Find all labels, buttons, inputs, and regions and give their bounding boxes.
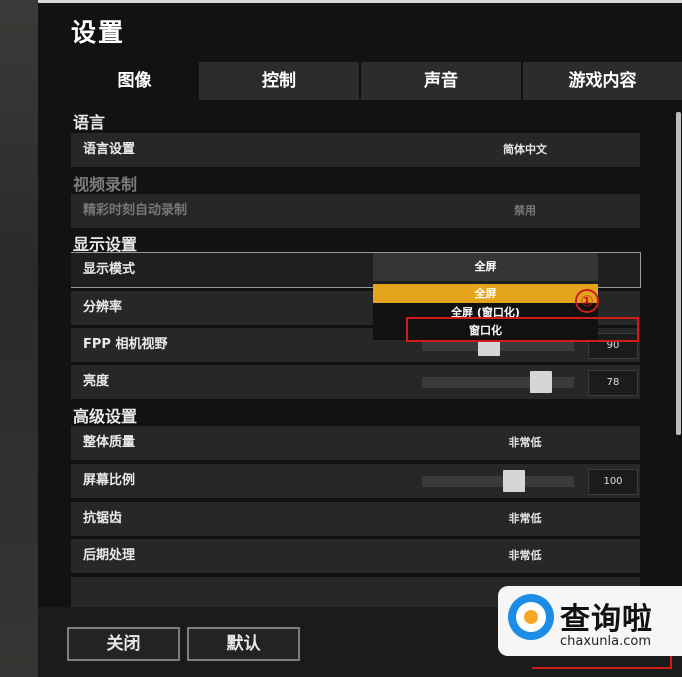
panel-scrollbar[interactable]	[676, 112, 681, 435]
settings-panel: 语言 语言设置 简体中文 视频录制 精彩时刻自动录制 禁用 显示设置 显示模式 …	[71, 100, 682, 607]
row-label: FPP 相机视野	[83, 337, 168, 352]
row-highlight-autorecord: 精彩时刻自动录制 禁用	[71, 194, 640, 228]
tab-graphics[interactable]: 图像	[71, 62, 198, 100]
row-label: 显示模式	[83, 262, 136, 277]
row-label: 分辨率	[83, 300, 123, 315]
scale-slider-thumb[interactable]	[503, 470, 525, 492]
row-anti-aliasing[interactable]: 抗锯齿 非常低	[71, 502, 640, 536]
row-overall-quality[interactable]: 整体质量 非常低	[71, 426, 640, 460]
anti-aliasing-value[interactable]: 非常低	[410, 502, 640, 536]
section-language-title: 语言	[73, 113, 106, 132]
row-label: 抗锯齿	[83, 511, 123, 526]
overall-quality-value[interactable]: 非常低	[410, 426, 640, 460]
watermark: 查询啦 chaxunla.com	[498, 586, 682, 656]
section-display-title: 显示设置	[73, 235, 138, 254]
brightness-slider-thumb[interactable]	[530, 371, 552, 393]
row-label: 后期处理	[83, 548, 136, 563]
watermark-url: chaxunla.com	[560, 634, 651, 649]
scale-value-input[interactable]: 100	[588, 469, 638, 495]
annotation-step-marker: ①	[575, 289, 599, 313]
brightness-value-input[interactable]: 78	[588, 370, 638, 396]
row-label: 整体质量	[83, 435, 136, 450]
default-button[interactable]: 默认	[187, 627, 300, 661]
watermark-logo-icon	[508, 594, 554, 640]
section-video-title: 视频录制	[73, 175, 138, 194]
row-label: 精彩时刻自动录制	[83, 203, 188, 218]
row-screen-scale: 屏幕比例 100	[71, 464, 640, 498]
window-title: 设置	[71, 18, 126, 47]
tab-gameplay[interactable]: 游戏内容	[523, 62, 682, 100]
row-post-processing[interactable]: 后期处理 非常低	[71, 539, 640, 573]
row-label: 亮度	[83, 374, 110, 389]
row-language-setting[interactable]: 语言设置 简体中文	[71, 133, 640, 167]
post-processing-value[interactable]: 非常低	[410, 539, 640, 573]
row-brightness: 亮度 78	[71, 365, 640, 399]
autorecord-value: 禁用	[514, 204, 536, 217]
section-advanced-title: 高级设置	[73, 407, 138, 426]
language-value[interactable]: 简体中文	[410, 133, 640, 167]
close-button[interactable]: 关闭	[67, 627, 180, 661]
dropdown-option-fullscreen[interactable]: 全屏	[373, 284, 598, 303]
row-label: 语言设置	[83, 142, 136, 157]
dropdown-selected[interactable]: 全屏	[373, 253, 598, 281]
tab-sound[interactable]: 声音	[361, 62, 521, 100]
watermark-text: 查询啦	[560, 602, 653, 637]
background-left	[0, 0, 38, 677]
tab-bar: 图像 控制 声音 游戏内容	[71, 62, 682, 100]
tab-controls[interactable]: 控制	[199, 62, 359, 100]
annotation-highlight-box	[406, 317, 639, 342]
scale-slider-track[interactable]	[422, 476, 574, 487]
row-label: 屏幕比例	[83, 473, 136, 488]
